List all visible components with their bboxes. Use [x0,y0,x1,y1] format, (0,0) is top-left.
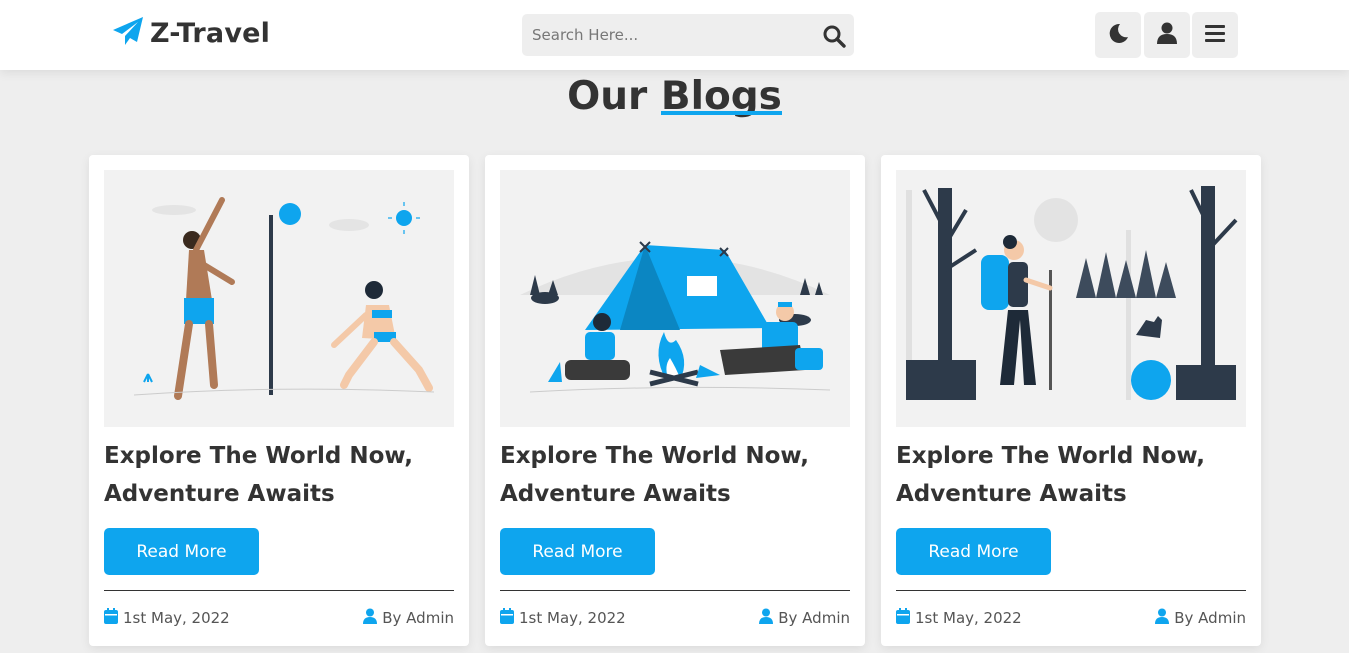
blog-card: Explore The World Now, Adventure Awaits … [881,155,1261,646]
post-date-text: 1st May, 2022 [123,609,230,627]
post-author: By Admin [1155,608,1246,628]
user-icon [363,608,378,628]
read-more-button[interactable]: Read More [896,528,1051,575]
search-icon[interactable] [822,24,846,48]
divider [104,590,454,591]
paper-plane-icon [112,16,144,50]
post-date: 1st May, 2022 [104,608,230,628]
blog-image-campfire-tent [500,170,850,427]
user-icon [759,608,774,628]
calendar-icon [500,608,514,628]
dark-mode-button[interactable] [1095,12,1141,58]
heading-prefix: Our [567,74,661,119]
blog-title[interactable]: Explore The World Now, Adventure Awaits [500,437,855,513]
post-author-text: By Admin [382,609,454,627]
brand-name: Z-Travel [150,17,271,49]
post-date-text: 1st May, 2022 [519,609,626,627]
account-button[interactable] [1144,12,1190,58]
read-more-button[interactable]: Read More [104,528,259,575]
post-author-text: By Admin [778,609,850,627]
blog-title[interactable]: Explore The World Now, Adventure Awaits [104,437,459,513]
divider [896,590,1246,591]
search-bar [522,14,854,56]
calendar-icon [896,608,910,628]
post-date: 1st May, 2022 [500,608,626,628]
heading-accent: Blogs [660,74,782,119]
blog-image-beach-volleyball [104,170,454,427]
bars-icon [1205,24,1225,46]
brand-logo[interactable]: Z-Travel [112,16,270,50]
post-date: 1st May, 2022 [896,608,1022,628]
user-icon [1157,22,1177,48]
blog-title[interactable]: Explore The World Now, Adventure Awaits [896,437,1251,513]
search-input[interactable] [522,14,812,56]
calendar-icon [104,608,118,628]
post-author-text: By Admin [1174,609,1246,627]
moon-icon [1107,22,1129,48]
blog-card: Explore The World Now, Adventure Awaits … [89,155,469,646]
user-icon [1155,608,1170,628]
section-heading: Our Blogs [0,74,1349,119]
read-more-button[interactable]: Read More [500,528,655,575]
header: Z-Travel [0,0,1349,70]
post-author: By Admin [363,608,454,628]
menu-button[interactable] [1192,12,1238,58]
post-author: By Admin [759,608,850,628]
post-date-text: 1st May, 2022 [915,609,1022,627]
blog-image-forest-hiker [896,170,1246,427]
divider [500,590,850,591]
blog-card: Explore The World Now, Adventure Awaits … [485,155,865,646]
